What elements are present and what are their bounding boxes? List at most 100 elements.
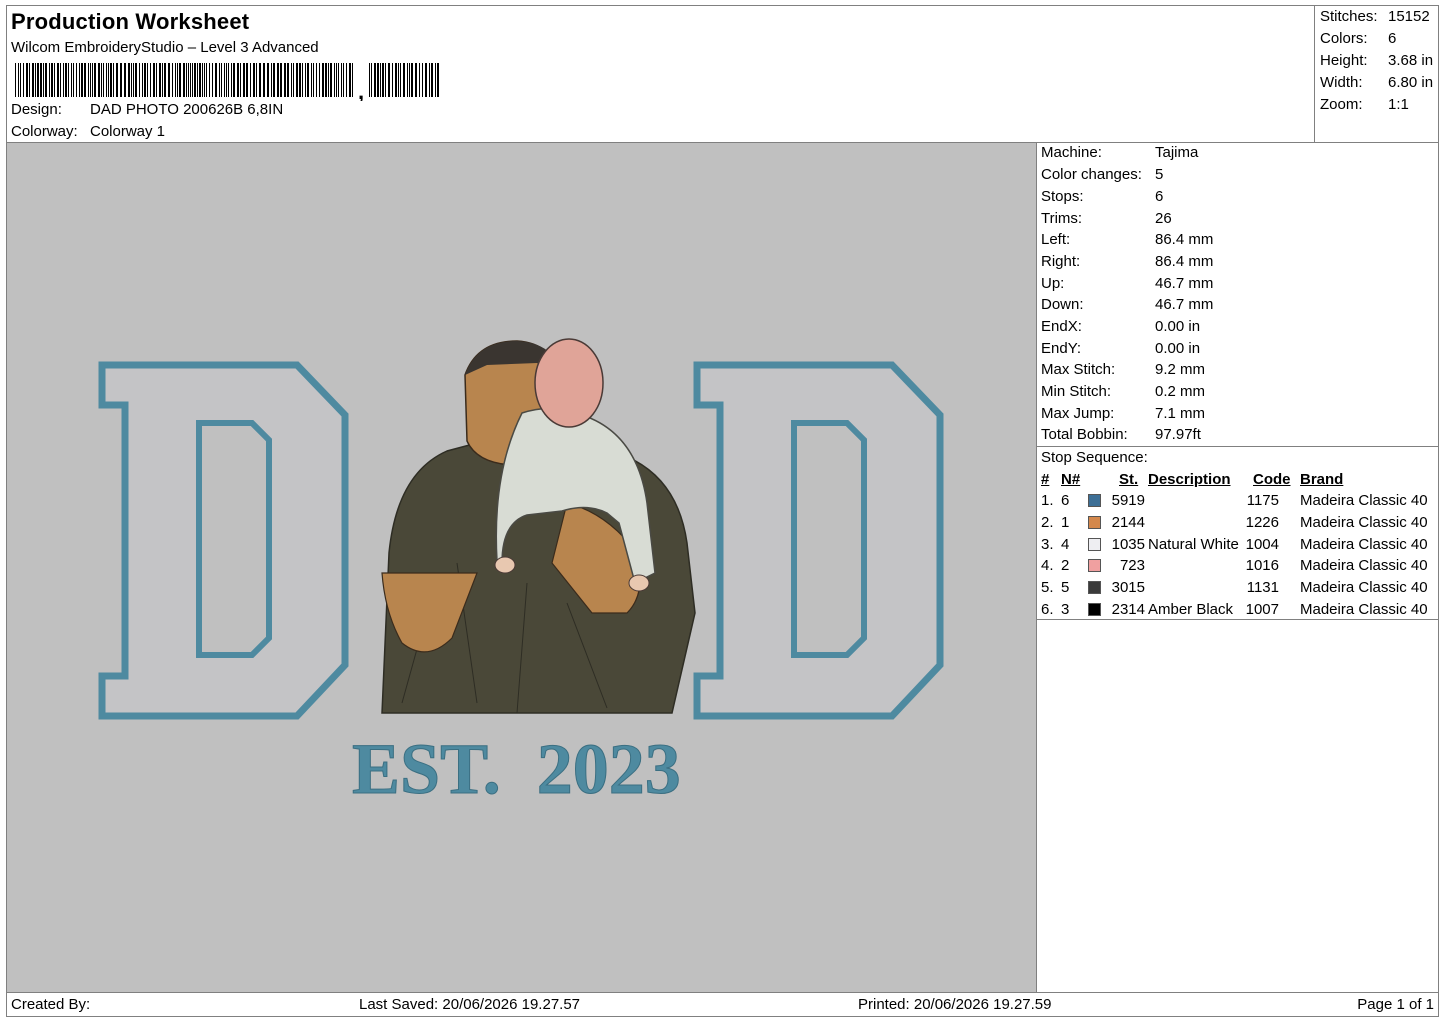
machine-row: Max Jump: 7.1 mm [1041,405,1436,425]
stop-sequence-title: Stop Sequence: [1041,449,1148,466]
stop-cell-num: 6. [1041,601,1054,618]
machine-value: 26 [1155,210,1172,227]
machine-row: Down: 46.7 mm [1041,296,1436,316]
software-name: Wilcom EmbroideryStudio – Level 3 Advanc… [11,39,319,56]
created-by: Created By: [11,996,91,1013]
machine-row: Stops: 6 [1041,188,1436,208]
stop-cell-num: 1. [1041,492,1054,509]
stop-cell-st: 1035 [1111,535,1145,553]
machine-value: 97.97ft [1155,426,1201,443]
machine-row: EndX: 0.00 in [1041,318,1436,338]
machine-row: Min Stitch: 0.2 mm [1041,383,1436,403]
machine-row: Machine: Tajima [1041,144,1436,164]
svg-text:,: , [358,79,364,101]
design-value: DAD PHOTO 200626B 6,8IN [90,101,284,118]
machine-value: 46.7 mm [1155,275,1214,292]
color-swatch [1088,537,1101,551]
machine-value: 7.1 mm [1155,405,1206,422]
stop-cell-code: 1004 [1245,535,1279,553]
machine-value: 0.2 mm [1155,383,1206,400]
stop-cell-code: 1007 [1245,601,1279,618]
stop-sequence-panel: Stop Sequence: # N# St. Description Code… [1036,446,1439,620]
machine-value: 0.00 in [1155,340,1201,357]
color-swatch [1088,494,1101,507]
machine-label: Down: [1041,296,1084,313]
stat-value: 3.68 in [1388,52,1434,69]
machine-row: Max Stitch: 9.2 mm [1041,361,1436,381]
stat-colors: Colors: 6 [1320,30,1440,50]
worksheet-header: Production Worksheet Wilcom EmbroiderySt… [6,5,1315,143]
machine-row: Right: 86.4 mm [1041,253,1436,273]
stat-stitches: Stitches: 15152 [1320,8,1440,28]
machine-label: Min Stitch: [1041,383,1112,400]
colorway-label: Colorway: [11,123,78,140]
machine-value: 5 [1155,166,1164,183]
stop-cell-st: 3015 [1111,579,1145,597]
stat-value: 1:1 [1388,96,1409,113]
color-swatch [1088,581,1101,595]
machine-label: EndX: [1041,318,1082,335]
header-num: # [1041,471,1050,488]
stop-cell-code: 1175 [1246,492,1279,509]
worksheet-footer: Created By: Last Saved: 20/06/2026 19.27… [6,992,1439,1017]
last-saved: Last Saved: 20/06/2026 19.27.57 [359,996,581,1013]
machine-value: 9.2 mm [1155,361,1206,378]
machine-row: Trims: 26 [1041,210,1436,230]
machine-value: Tajima [1155,144,1199,161]
header-code: Code [1253,471,1291,488]
stop-cell-brand: Madeira Classic 40 [1300,557,1428,575]
letter-d-left [98,361,349,720]
machine-row: Total Bobbin: 97.97ft [1041,426,1436,446]
machine-label: Max Jump: [1041,405,1115,422]
color-swatch [1088,603,1101,616]
stop-cell-brand: Madeira Classic 40 [1300,492,1428,509]
stop-cell-brand: Madeira Classic 40 [1300,579,1428,597]
stop-cell-st: 2314 [1111,601,1145,618]
embroidery-design: EST. 2023 [98,338,944,810]
header-st: St. [1119,471,1139,488]
machine-label: Max Stitch: [1041,361,1116,378]
stop-cell-st: 2144 [1111,513,1145,531]
machine-label: EndY: [1041,340,1082,357]
machine-row: EndY: 0.00 in [1041,340,1436,360]
header-description: Description [1148,471,1231,488]
stop-cell-description: Amber Black [1148,601,1234,618]
father-baby-illustration [381,338,696,714]
stop-cell-st: 5919 [1111,492,1145,509]
machine-row: Color changes: 5 [1041,166,1436,186]
machine-label: Right: [1041,253,1081,270]
machine-row: Up: 46.7 mm [1041,275,1436,295]
stat-width: Width: 6.80 in [1320,74,1440,94]
stat-zoom: Zoom: 1:1 [1320,96,1440,116]
stats-panel: Stitches: 15152 Colors: 6 Height: 3.68 in W… [1314,5,1439,143]
design-row: Design: DAD PHOTO 200626B 6,8IN [11,101,283,118]
stop-cell-n: 5 [1061,579,1070,597]
stop-cell-code: 1131 [1246,579,1279,597]
header-brand: Brand [1300,471,1344,488]
colorway-value: Colorway 1 [90,123,166,140]
machine-label: Stops: [1041,188,1084,205]
stop-cell-description: Natural White [1148,535,1239,553]
stop-cell-brand: Madeira Classic 40 [1300,535,1428,553]
barcode-image: , [15,63,439,101]
stop-cell-brand: Madeira Classic 40 [1300,601,1428,618]
page-number: Page 1 of 1 [1357,996,1434,1013]
machine-value: 6 [1155,188,1164,205]
stop-cell-code: 1016 [1245,557,1279,575]
notes-panel [1036,619,1439,993]
stop-cell-st: 723 [1119,557,1145,575]
machine-info-panel: Machine: Tajima Color changes: 5 Stops: 6 T… [1036,142,1439,447]
design-label: Design: [11,101,62,118]
colorway-row: Colorway: Colorway 1 [11,123,165,140]
stop-cell-n: 1 [1061,513,1070,531]
stat-value: 6 [1388,30,1397,47]
stat-value: 6.80 in [1388,74,1434,91]
machine-value: 86.4 mm [1155,231,1214,248]
machine-label: Up: [1041,275,1065,292]
stat-label: Zoom: [1320,96,1363,113]
machine-value: 46.7 mm [1155,296,1214,313]
machine-label: Trims: [1041,210,1083,227]
color-swatch [1088,515,1101,529]
letter-d-right [693,361,944,720]
stat-label: Height: [1320,52,1368,69]
